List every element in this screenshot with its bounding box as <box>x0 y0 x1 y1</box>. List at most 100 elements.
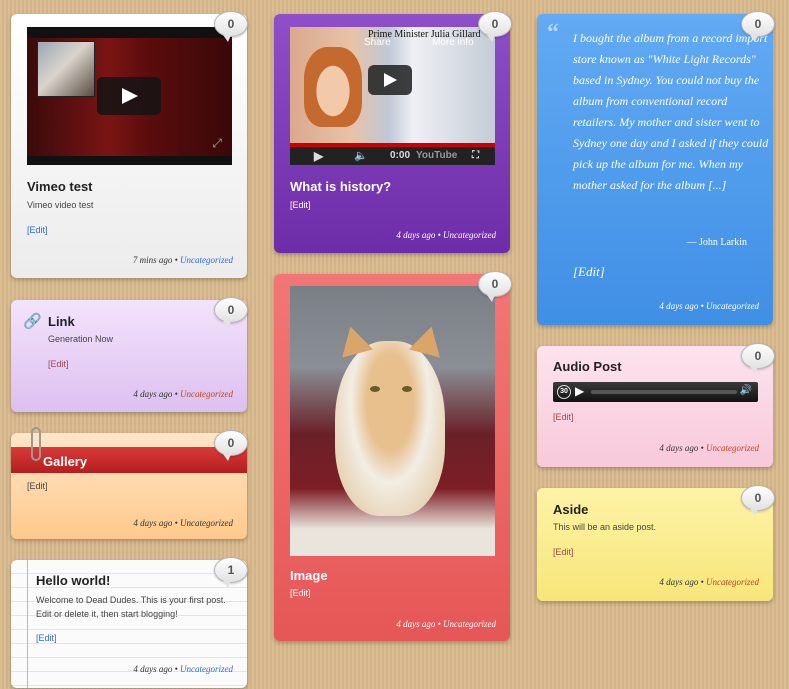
post-title[interactable]: Image <box>290 568 328 583</box>
edit-link[interactable]: [Edit] <box>48 359 69 369</box>
post-card-hello-world: Hello world! Welcome to Dead Dudes. This… <box>11 560 247 688</box>
meta-separator: • <box>174 255 178 265</box>
link-chain-icon: 🔗 <box>23 313 42 330</box>
audio-seek-bar[interactable] <box>591 390 737 394</box>
comment-count-bubble[interactable]: 0 <box>741 11 775 42</box>
video-controls: ▶ 🔈 0:00 YouTube ⛶ <box>290 147 495 165</box>
skip-back-icon[interactable]: 30 <box>557 385 571 399</box>
youtube-video-player[interactable]: Prime Minister Julia Gillard Share More … <box>290 27 495 165</box>
category-link[interactable]: Uncategorized <box>706 577 759 587</box>
comment-count-bubble[interactable]: 0 <box>741 485 775 516</box>
post-meta: 4 days ago • Uncategorized <box>133 389 233 399</box>
meta-separator: • <box>437 619 441 629</box>
more-info-button[interactable]: More info <box>432 37 474 48</box>
edit-link[interactable]: [Edit] <box>290 588 311 598</box>
edit-link[interactable]: [Edit] <box>27 225 48 235</box>
play-icon[interactable] <box>97 77 161 115</box>
edit-link[interactable]: [Edit] <box>27 481 48 491</box>
quote-text: I bought the album from a record import … <box>573 31 769 192</box>
meta-separator: • <box>700 577 704 587</box>
vimeo-video-player[interactable]: ⤢ <box>27 27 232 165</box>
post-title[interactable]: Audio Post <box>553 359 622 374</box>
video-thumbnail <box>37 41 95 97</box>
post-excerpt[interactable]: Generation Now <box>48 334 113 344</box>
edit-link[interactable]: [Edit] <box>553 547 574 557</box>
post-excerpt: Welcome to Dead Dudes. This is your firs… <box>36 595 226 619</box>
play-control-icon[interactable]: ▶ <box>314 149 323 163</box>
post-time: 4 days ago <box>133 389 173 399</box>
meta-separator: • <box>174 389 178 399</box>
meta-separator: • <box>174 664 178 674</box>
comment-count-bubble[interactable]: 1 <box>214 557 248 588</box>
category-link[interactable]: Uncategorized <box>706 301 759 311</box>
post-time: 4 days ago <box>659 577 699 587</box>
play-icon[interactable] <box>368 65 412 95</box>
edit-link[interactable]: [Edit] <box>573 264 605 280</box>
comment-count-bubble[interactable]: 0 <box>214 297 248 328</box>
category-link[interactable]: Uncategorized <box>443 619 496 629</box>
share-button[interactable]: Share <box>364 37 391 48</box>
edit-link[interactable]: [Edit] <box>36 633 57 643</box>
post-card-link: 🔗 Link Generation Now [Edit] 4 days ago … <box>11 300 247 412</box>
post-card-audio: Audio Post 30 ▶ 🔊 [Edit] 4 days ago • Un… <box>537 346 773 467</box>
category-link[interactable]: Uncategorized <box>443 230 496 240</box>
edit-link[interactable]: [Edit] <box>553 412 574 422</box>
audio-player[interactable]: 30 ▶ 🔊 <box>553 382 758 402</box>
play-icon[interactable]: ▶ <box>575 384 584 398</box>
post-time: 4 days ago <box>396 619 436 629</box>
fullscreen-icon[interactable]: ⤢ <box>212 136 222 151</box>
volume-icon[interactable]: 🔊 <box>740 385 752 396</box>
post-time: 4 days ago <box>659 443 699 453</box>
post-title[interactable]: Vimeo test <box>27 179 93 194</box>
paperclip-icon <box>31 427 41 461</box>
post-time: 4 days ago <box>133 518 173 528</box>
meta-separator: • <box>437 230 441 240</box>
post-meta: 4 days ago • Uncategorized <box>659 443 759 453</box>
post-time: 4 days ago <box>396 230 436 240</box>
cat-photo[interactable] <box>290 286 495 556</box>
quote-mark-icon: “ <box>547 20 559 46</box>
post-meta: 4 days ago • Uncategorized <box>133 664 233 674</box>
comment-count-bubble[interactable]: 0 <box>478 11 512 42</box>
video-face-image <box>304 47 362 127</box>
post-title[interactable]: Link <box>48 314 75 329</box>
volume-icon[interactable]: 🔈 <box>354 149 368 162</box>
post-title[interactable]: Aside <box>553 502 588 517</box>
quote-author: — John Larkin <box>686 237 747 248</box>
post-meta: 4 days ago • Uncategorized <box>659 577 759 587</box>
comment-count-bubble[interactable]: 0 <box>478 271 512 302</box>
category-link[interactable]: Uncategorized <box>180 518 233 528</box>
meta-separator: • <box>174 518 178 528</box>
post-card-image: Image [Edit] 4 days ago • Uncategorized <box>274 274 510 641</box>
comment-count-bubble[interactable]: 0 <box>214 430 248 461</box>
cat-body <box>335 341 445 516</box>
post-card-gallery: Gallery [Edit] 4 days ago • Uncategorize… <box>11 427 247 539</box>
meta-separator: • <box>700 443 704 453</box>
cat-eye <box>402 386 412 392</box>
comment-count-bubble[interactable]: 0 <box>741 343 775 374</box>
post-card-aside: Aside This will be an aside post. [Edit]… <box>537 488 773 601</box>
post-meta: 7 mins ago • Uncategorized <box>133 255 233 265</box>
post-title[interactable]: Hello world! <box>36 573 110 588</box>
post-meta: 4 days ago • Uncategorized <box>396 619 496 629</box>
category-link[interactable]: Uncategorized <box>180 389 233 399</box>
meta-separator: • <box>700 301 704 311</box>
post-title[interactable]: What is history? <box>290 179 391 194</box>
post-time: 7 mins ago <box>132 255 173 265</box>
notebook-margin-line <box>27 560 28 688</box>
category-link[interactable]: Uncategorized <box>180 255 233 265</box>
post-title[interactable]: Gallery <box>43 454 87 469</box>
post-meta: 4 days ago • Uncategorized <box>659 301 759 311</box>
post-meta: 4 days ago • Uncategorized <box>396 230 496 240</box>
post-card-vimeo: ⤢ Vimeo test Vimeo video test [Edit] 7 m… <box>11 14 247 278</box>
edit-link[interactable]: [Edit] <box>290 200 311 210</box>
post-card-quote: “ I bought the album from a record impor… <box>537 14 773 325</box>
fullscreen-icon[interactable]: ⛶ <box>472 150 479 161</box>
post-time: 4 days ago <box>133 664 173 674</box>
cat-eye <box>370 386 380 392</box>
category-link[interactable]: Uncategorized <box>706 443 759 453</box>
comment-count-bubble[interactable]: 0 <box>214 11 248 42</box>
youtube-logo[interactable]: YouTube <box>416 150 457 161</box>
video-top-bar: Prime Minister Julia Gillard Share More … <box>290 27 495 59</box>
category-link[interactable]: Uncategorized <box>180 664 233 674</box>
